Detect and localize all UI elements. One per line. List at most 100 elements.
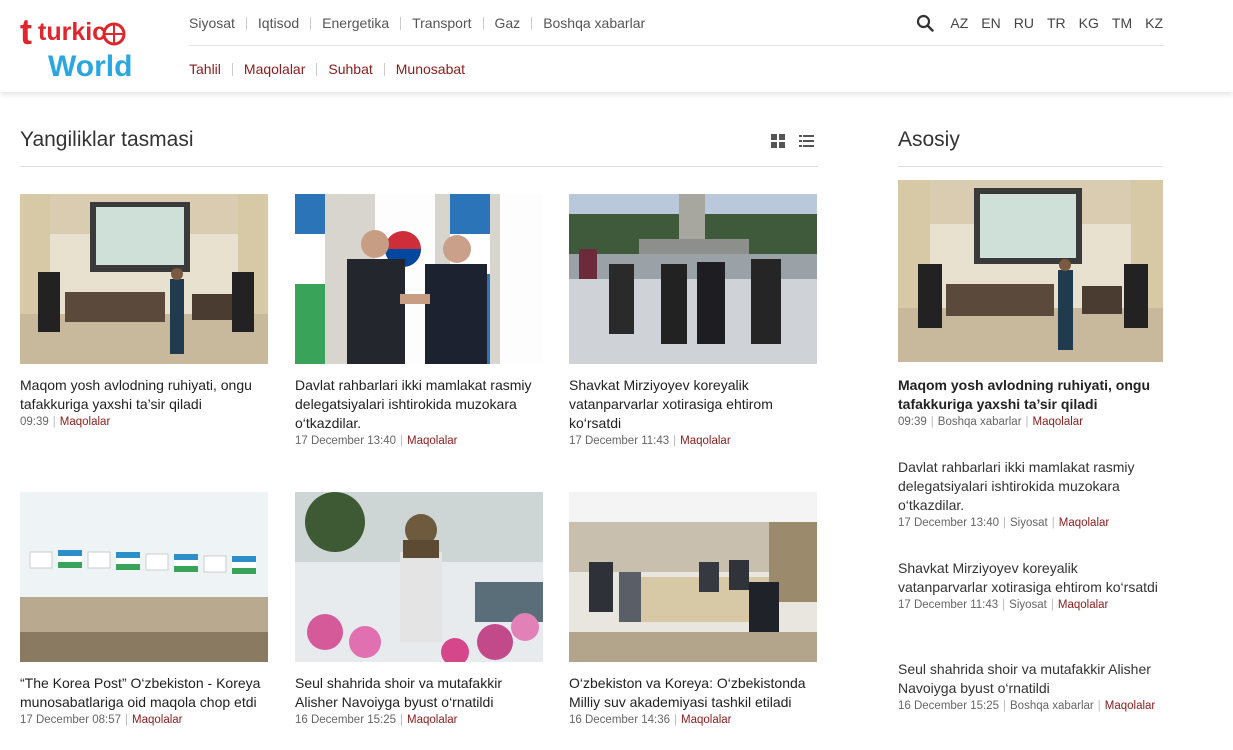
- svg-text:turkic: turkic: [38, 18, 106, 46]
- sidebar-news-title[interactable]: Maqom yosh avlodning ruhiyati, ongu tafa…: [898, 376, 1163, 414]
- sidebar-news-item: Shavkat Mirziyoyev koreyalik vatanparvar…: [898, 559, 1163, 611]
- news-card: Maqom yosh avlodning ruhiyati, ongu tafa…: [20, 194, 268, 428]
- news-meta: 09:39 | Maqolalar: [20, 416, 111, 428]
- news-title[interactable]: Seul shahrida shoir va mutafakkir Alishe…: [295, 674, 543, 712]
- news-title[interactable]: O‘zbekiston va Koreya: O‘zbekistonda Mil…: [569, 674, 817, 712]
- site-header: t turkic World Siyosat Iqtisod Energetik…: [0, 0, 1233, 92]
- news-time: 09:39: [20, 416, 49, 428]
- lang-ru[interactable]: RU: [1014, 15, 1034, 31]
- nav-iqtisod[interactable]: Iqtisod: [258, 15, 299, 31]
- news-category[interactable]: Maqolalar: [680, 435, 731, 447]
- news-section[interactable]: Siyosat: [1009, 599, 1047, 611]
- news-category[interactable]: Maqolalar: [60, 416, 111, 428]
- sidebar-news-title[interactable]: Seul shahrida shoir va mutafakkir Alishe…: [898, 660, 1163, 698]
- lang-tm[interactable]: TM: [1112, 15, 1132, 31]
- news-title[interactable]: “The Korea Post” O‘zbekiston - Koreya mu…: [20, 674, 268, 712]
- sidebar-news-title[interactable]: Shavkat Mirziyoyev koreyalik vatanparvar…: [898, 559, 1163, 597]
- site-logo[interactable]: t turkic World: [18, 10, 142, 83]
- nav-munosabat[interactable]: Munosabat: [396, 61, 465, 77]
- header-divider: [189, 45, 1164, 46]
- news-card: Davlat rahbarlari ikki mamlakat rasmiy d…: [295, 194, 543, 447]
- list-view-icon[interactable]: [799, 134, 814, 148]
- news-category[interactable]: Maqolalar: [1058, 599, 1109, 611]
- nav-maqolalar[interactable]: Maqolalar: [244, 61, 305, 77]
- news-meta: 17 December 08:57 | Maqolalar: [20, 714, 183, 726]
- nav-boshqa-xabarlar[interactable]: Boshqa xabarlar: [543, 15, 645, 31]
- news-meta: 17 December 11:43 | Maqolalar: [569, 435, 731, 447]
- news-category[interactable]: Maqolalar: [681, 714, 732, 726]
- news-time: 17 December 11:43: [569, 435, 670, 447]
- nav-separator: [531, 16, 533, 30]
- news-time: 16 December 15:25: [898, 700, 1000, 712]
- nav-separator: [400, 16, 402, 30]
- sidebar-news-meta: 09:39 | Boshqa xabarlar | Maqolalar: [898, 416, 1084, 428]
- lang-kz[interactable]: KZ: [1145, 15, 1163, 31]
- news-card: Seul shahrida shoir va mutafakkir Alishe…: [295, 492, 543, 726]
- news-image-meeting[interactable]: [569, 492, 817, 662]
- news-image-leaders[interactable]: [295, 194, 543, 364]
- news-image-bust[interactable]: [295, 492, 543, 662]
- news-time: 17 December 08:57: [20, 714, 122, 726]
- news-section[interactable]: Boshqa xabarlar: [1010, 700, 1094, 712]
- news-image-stage-concert[interactable]: [20, 194, 268, 364]
- nav-separator: [316, 62, 318, 76]
- nav-gaz[interactable]: Gaz: [495, 15, 521, 31]
- nav-separator: [231, 62, 233, 76]
- svg-text:World: World: [48, 50, 132, 80]
- news-category[interactable]: Maqolalar: [1059, 517, 1110, 529]
- sidebar-news-meta: 17 December 11:43 | Siyosat | Maqolalar: [898, 599, 1109, 611]
- nav-suhbat[interactable]: Suhbat: [328, 61, 372, 77]
- sidebar-news-meta: 16 December 15:25 | Boshqa xabarlar | Maqola…: [898, 700, 1156, 712]
- news-image-memorial[interactable]: [569, 194, 817, 364]
- news-card: Shavkat Mirziyoyev koreyalik vatanparvar…: [569, 194, 817, 447]
- news-time: 16 December 15:25: [295, 714, 397, 726]
- sidebar-news-item: Maqom yosh avlodning ruhiyati, ongu tafa…: [898, 376, 1163, 428]
- news-time: 09:39: [898, 416, 927, 428]
- news-meta: 17 December 13:40 | Maqolalar: [295, 435, 458, 447]
- feed-title: Yangiliklar tasmasi: [20, 128, 194, 151]
- news-category[interactable]: Maqolalar: [1105, 700, 1156, 712]
- nav-separator: [245, 16, 247, 30]
- news-title[interactable]: Davlat rahbarlari ikki mamlakat rasmiy d…: [295, 376, 543, 433]
- nav-separator: [383, 62, 385, 76]
- news-category[interactable]: Maqolalar: [407, 435, 458, 447]
- grid-view-icon[interactable]: [771, 134, 785, 148]
- primary-nav: Siyosat Iqtisod Energetika Transport Gaz…: [189, 13, 645, 33]
- nav-energetika[interactable]: Energetika: [322, 15, 389, 31]
- news-time: 16 December 14:36: [569, 714, 671, 726]
- lang-kg[interactable]: KG: [1079, 15, 1099, 31]
- news-category[interactable]: Maqolalar: [407, 714, 458, 726]
- search-icon[interactable]: [916, 14, 935, 32]
- news-category[interactable]: Maqolalar: [1033, 416, 1084, 428]
- news-meta: 16 December 15:25 | Maqolalar: [295, 714, 458, 726]
- nav-siyosat[interactable]: Siyosat: [189, 15, 235, 31]
- news-category[interactable]: Maqolalar: [132, 714, 183, 726]
- news-section[interactable]: Boshqa xabarlar: [938, 416, 1022, 428]
- lang-tr[interactable]: TR: [1047, 15, 1066, 31]
- news-meta: 16 December 14:36 | Maqolalar: [569, 714, 732, 726]
- news-title[interactable]: Maqom yosh avlodning ruhiyati, ongu tafa…: [20, 376, 268, 414]
- nav-separator: [482, 16, 484, 30]
- sidebar-title: Asosiy: [898, 128, 960, 151]
- news-image-flags[interactable]: [20, 492, 268, 662]
- sidebar-featured-image[interactable]: [898, 180, 1163, 362]
- sidebar-news-item: Seul shahrida shoir va mutafakkir Alishe…: [898, 660, 1163, 712]
- language-switcher: AZ EN RU TR KG TM KZ: [916, 12, 1163, 34]
- sidebar-news-title[interactable]: Davlat rahbarlari ikki mamlakat rasmiy d…: [898, 458, 1163, 515]
- sidebar-news-meta: 17 December 13:40 | Siyosat | Maqolalar: [898, 517, 1110, 529]
- nav-tahlil[interactable]: Tahlil: [189, 61, 221, 77]
- secondary-nav: Tahlil Maqolalar Suhbat Munosabat: [189, 59, 465, 79]
- lang-en[interactable]: EN: [981, 15, 1000, 31]
- news-time: 17 December 13:40: [295, 435, 397, 447]
- nav-transport[interactable]: Transport: [412, 15, 471, 31]
- news-time: 17 December 13:40: [898, 517, 1000, 529]
- news-time: 17 December 11:43: [898, 599, 999, 611]
- sidebar-divider: [898, 166, 1163, 167]
- nav-separator: [310, 16, 312, 30]
- sidebar-news-item: Davlat rahbarlari ikki mamlakat rasmiy d…: [898, 458, 1163, 529]
- lang-az[interactable]: AZ: [950, 15, 968, 31]
- news-section[interactable]: Siyosat: [1010, 517, 1048, 529]
- feed-divider: [20, 166, 818, 167]
- news-title[interactable]: Shavkat Mirziyoyev koreyalik vatanparvar…: [569, 376, 817, 433]
- news-card: “The Korea Post” O‘zbekiston - Koreya mu…: [20, 492, 268, 726]
